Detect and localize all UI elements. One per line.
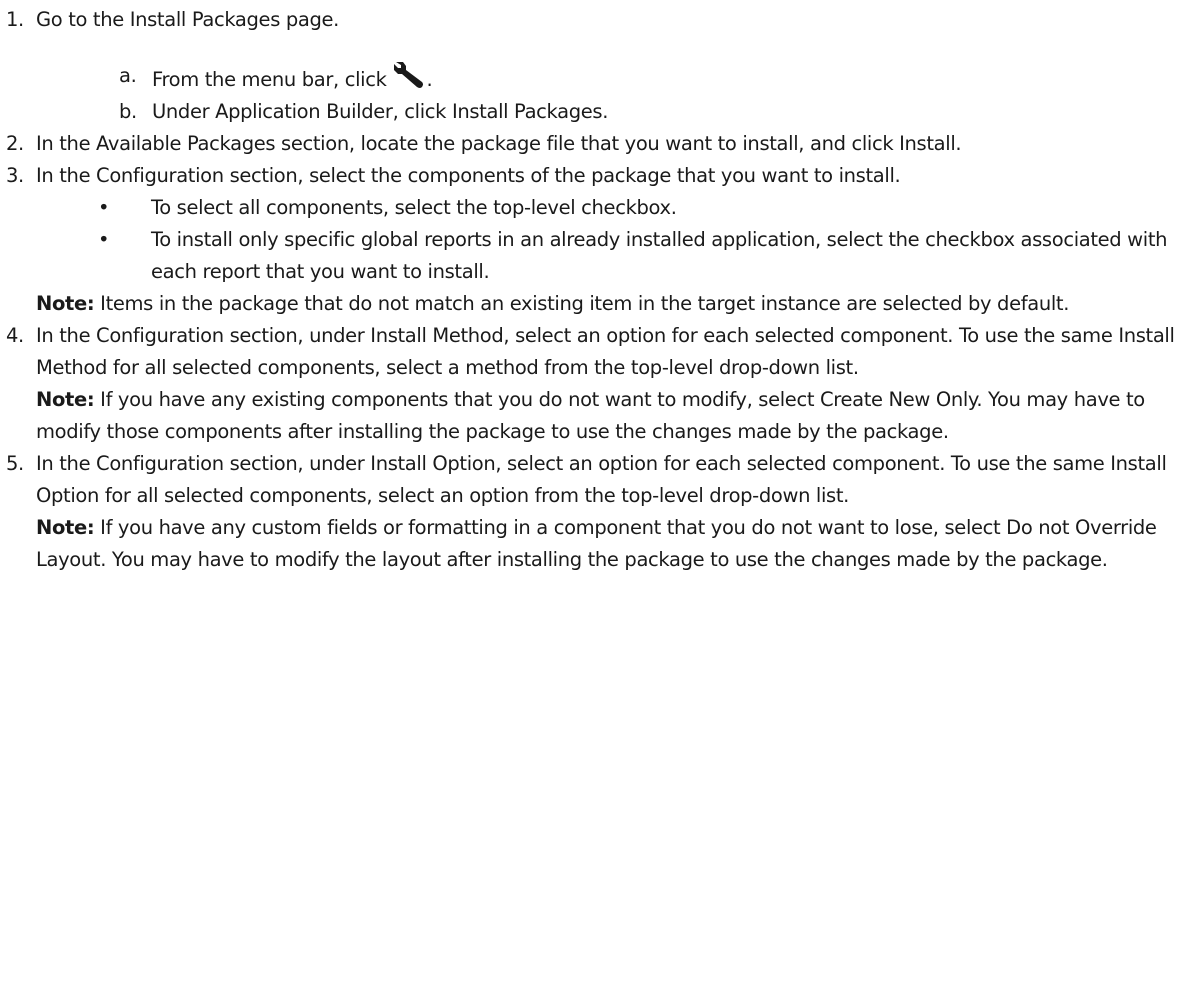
step-1: 1. Go to the Install Packages page. [0,4,1202,36]
step-text: In the Available Packages section, locat… [36,132,962,155]
substep-letter: b. [119,100,137,123]
bullet-item: • To select all components, select the t… [0,192,1202,224]
bullet-item: • To install only specific global report… [0,224,1202,288]
note-text: If you have any existing components that… [36,388,1145,443]
step-number: 4. [6,324,24,347]
substep-a: a. From the menu bar, click . [0,60,1202,96]
step-4: 4. In the Configuration section, under I… [0,320,1202,384]
substep-text: From the menu bar, click [152,68,387,91]
step-number: 5. [6,452,24,475]
step-text: In the Configuration section, select the… [36,164,901,187]
bullet-glyph: • [98,196,110,219]
step-2: 2. In the Available Packages section, lo… [0,128,1202,160]
step-number: 3. [6,164,24,187]
bullet-glyph: • [98,228,110,251]
bullet-text: To select all components, select the top… [151,196,677,219]
step-text: In the Configuration section, under Inst… [36,324,1175,379]
step-5-note: Note: If you have any custom fields or f… [0,512,1202,576]
step-3: 3. In the Configuration section, select … [0,160,1202,192]
substep-text: Under Application Builder, click Install… [152,100,609,123]
step-number: 2. [6,132,24,155]
substep-b: b. Under Application Builder, click Inst… [0,96,1202,128]
step-text: Go to the Install Packages page. [36,8,339,31]
substep-text-end: . [426,68,433,91]
step-3-note: Note: Items in the package that do not m… [0,288,1202,320]
step-number: 1. [6,8,24,31]
note-text: Items in the package that do not match a… [100,292,1070,315]
step-4-note: Note: If you have any existing component… [0,384,1202,448]
step-5: 5. In the Configuration section, under I… [0,448,1202,512]
note-label: Note: [36,292,95,315]
instructions-document: 1. Go to the Install Packages page. a. F… [0,4,1202,576]
wrench-icon [393,62,423,88]
step-text: In the Configuration section, under Inst… [36,452,1167,507]
note-text: If you have any custom fields or formatt… [36,516,1157,571]
note-label: Note: [36,388,95,411]
substep-letter: a. [119,64,137,87]
bullet-text: To install only specific global reports … [151,228,1168,283]
note-label: Note: [36,516,95,539]
